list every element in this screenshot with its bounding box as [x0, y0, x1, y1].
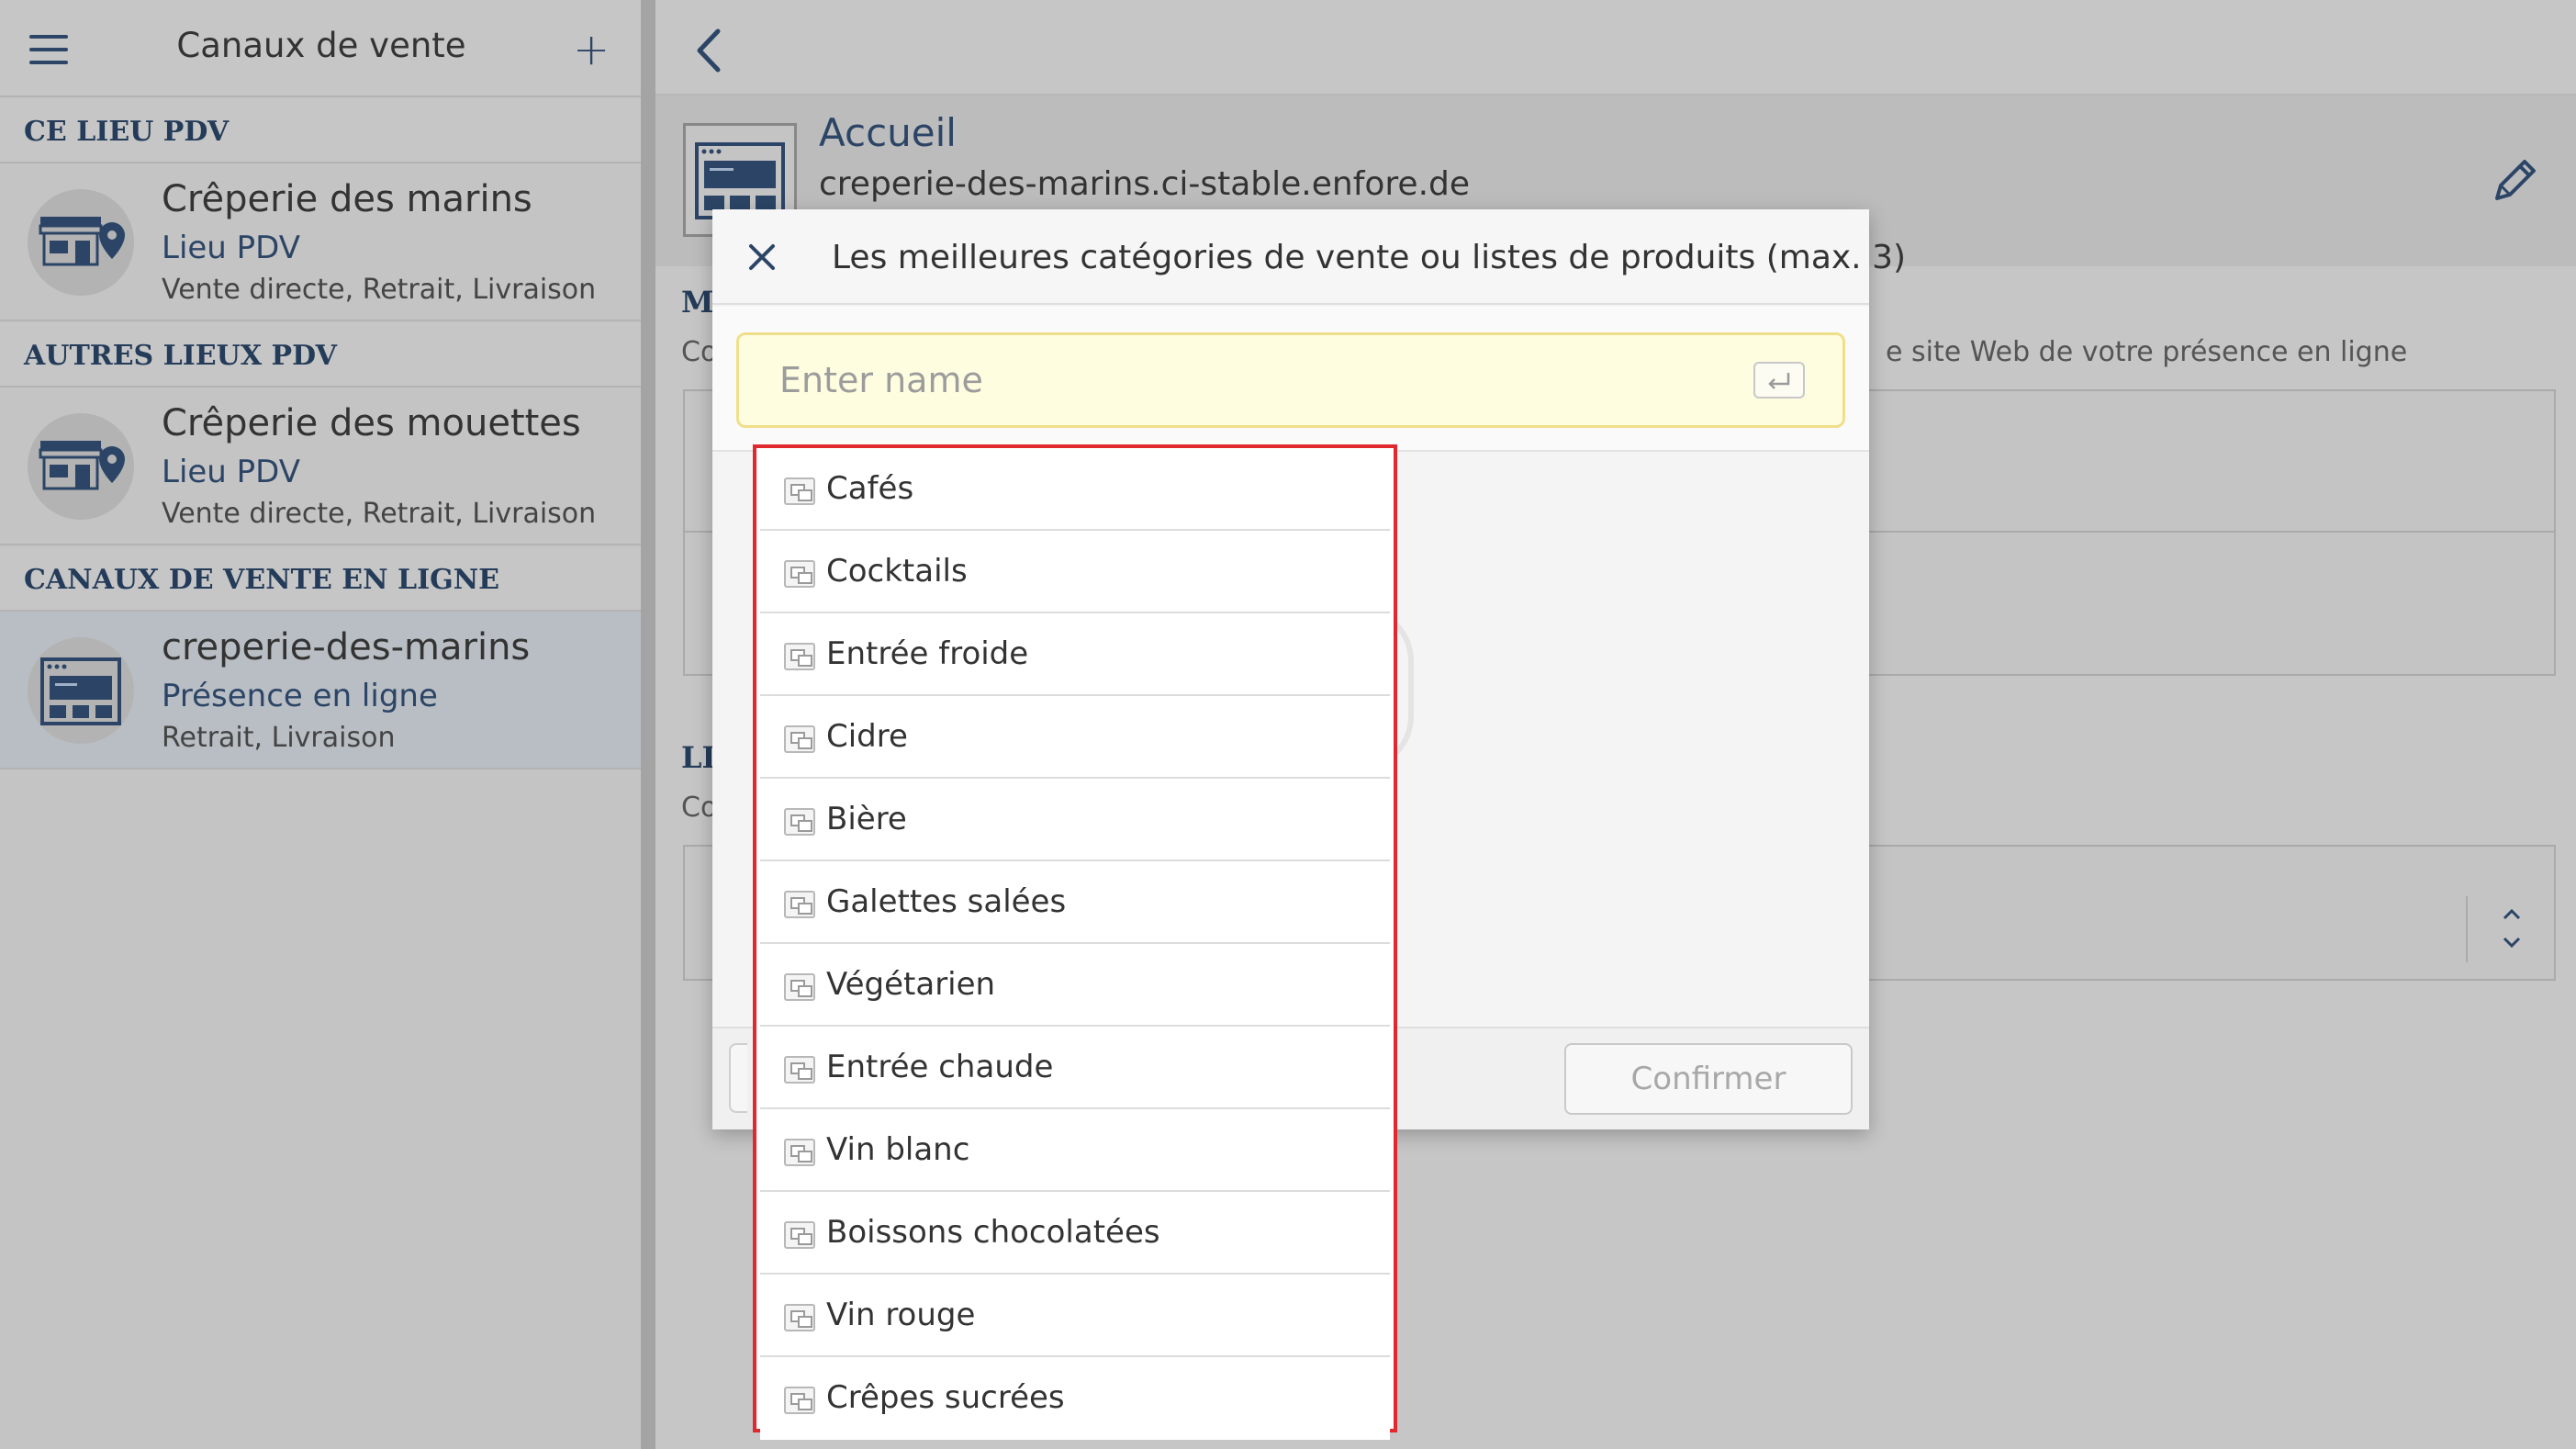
section-heading-other-locations: AUTRES LIEUX PDV: [0, 323, 641, 388]
sidebar-title: Canaux de vente: [176, 26, 466, 65]
dropdown-item-entree-chaude[interactable]: Entrée chaude: [760, 1027, 1390, 1109]
dropdown-item-vegetarien[interactable]: Végétarien: [760, 944, 1390, 1027]
cancel-button[interactable]: [729, 1043, 747, 1113]
store-location-icon: [28, 413, 134, 520]
location-type: Lieu PDV: [162, 230, 301, 266]
dropdown-item-crepes-sucrees[interactable]: Crêpes sucrées: [760, 1357, 1390, 1440]
dropdown-item-galettes-salees[interactable]: Galettes salées: [760, 861, 1390, 944]
dropdown-item-entree-froide[interactable]: Entrée froide: [760, 613, 1390, 696]
dropdown-item-label: Cidre: [826, 718, 908, 755]
dropdown-item-label: Entrée froide: [826, 635, 1029, 672]
confirm-button[interactable]: Confirmer: [1564, 1043, 1853, 1115]
product-list-icon: [784, 808, 815, 836]
detail-url: creperie-des-marins.ci-stable.enfore.de: [819, 165, 1471, 203]
store-location-icon: [28, 189, 134, 296]
product-list-icon: [784, 1139, 815, 1166]
category-search-input[interactable]: [736, 332, 1845, 428]
dropdown-item-label: Entrée chaude: [826, 1049, 1054, 1085]
dropdown-item-cidre[interactable]: Cidre: [760, 696, 1390, 779]
dropdown-item-biere[interactable]: Bière: [760, 779, 1390, 861]
sidebar-item-creperie-des-marins-online[interactable]: creperie-des-marins Présence en ligne Re…: [0, 612, 641, 769]
product-list-icon: [784, 560, 815, 588]
product-list-icon: [784, 973, 815, 1001]
category-suggestions-dropdown: Cafés Cocktails Entrée froide Cidre Bièr…: [753, 444, 1397, 1440]
channel-name: creperie-des-marins: [162, 626, 531, 668]
product-list-icon: [784, 891, 815, 918]
website-icon: [28, 637, 134, 744]
product-list-icon: [784, 1387, 815, 1414]
location-name: Crêperie des mouettes: [162, 402, 581, 444]
location-type: Lieu PDV: [162, 454, 301, 490]
dropdown-item-boissons-chocolatees[interactable]: Boissons chocolatées: [760, 1192, 1390, 1275]
dropdown-item-label: Galettes salées: [826, 883, 1067, 920]
dropdown-item-vin-blanc[interactable]: Vin blanc: [760, 1109, 1390, 1192]
plus-icon[interactable]: +: [573, 28, 610, 72]
dropdown-item-cafes[interactable]: Cafés: [760, 448, 1390, 531]
pane-divider[interactable]: [641, 0, 655, 1449]
dropdown-item-label: Végétarien: [826, 966, 996, 1003]
sidebar-item-creperie-des-mouettes[interactable]: Crêperie des mouettes Lieu PDV Vente dir…: [0, 388, 641, 545]
dropdown-item-label: Vin blanc: [826, 1131, 970, 1168]
sidebar-item-creperie-des-marins-location[interactable]: Crêperie des marins Lieu PDV Vente direc…: [0, 163, 641, 321]
product-list-icon: [784, 725, 815, 753]
close-icon[interactable]: [745, 241, 778, 277]
product-list-icon: [784, 1304, 815, 1331]
help-text: e site Web de votre présence en ligne: [1886, 336, 2408, 368]
dropdown-item-vin-rouge[interactable]: Vin rouge: [760, 1275, 1390, 1357]
location-services: Vente directe, Retrait, Livraison: [162, 498, 597, 530]
product-list-icon: [784, 1056, 815, 1084]
dialog-title: Les meilleures catégories de vente ou li…: [832, 239, 1907, 276]
dropdown-item-label: Cocktails: [826, 553, 968, 590]
divider: [2466, 896, 2468, 962]
main-topbar: [655, 0, 2576, 95]
section-label: M: [681, 285, 714, 320]
chevron-left-icon[interactable]: [692, 28, 725, 77]
dropdown-item-cocktails[interactable]: Cocktails: [760, 531, 1390, 613]
channel-type: Présence en ligne: [162, 678, 438, 714]
section-heading-online-channels: CANAUX DE VENTE EN LIGNE: [0, 547, 641, 612]
product-list-icon: [784, 477, 815, 505]
dropdown-item-label: Vin rouge: [826, 1297, 976, 1333]
section-label: LI: [681, 740, 716, 775]
sort-stepper-icon[interactable]: [2497, 904, 2526, 957]
product-list-icon: [784, 1221, 815, 1249]
dropdown-item-label: Crêpes sucrées: [826, 1379, 1065, 1416]
dropdown-item-label: Bière: [826, 801, 907, 837]
pencil-icon[interactable]: [2490, 154, 2541, 209]
enter-key-icon[interactable]: [1753, 362, 1805, 399]
location-services: Vente directe, Retrait, Livraison: [162, 274, 597, 306]
dropdown-item-label: Cafés: [826, 470, 914, 507]
channel-services: Retrait, Livraison: [162, 722, 396, 754]
detail-title: Accueil: [819, 110, 957, 155]
section-heading-this-location: CE LIEU PDV: [0, 99, 641, 163]
location-name: Crêperie des marins: [162, 178, 532, 220]
product-list-icon: [784, 643, 815, 670]
hamburger-menu-icon[interactable]: [29, 35, 68, 64]
dropdown-item-label: Boissons chocolatées: [826, 1214, 1160, 1251]
